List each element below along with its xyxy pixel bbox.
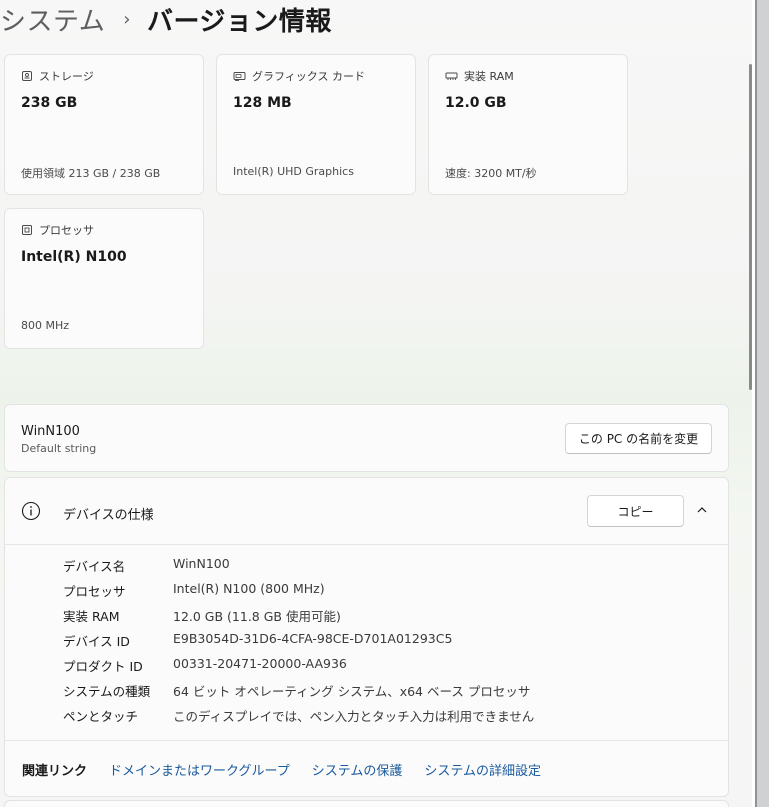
scrollbar-track[interactable] [752, 0, 755, 807]
spec-row-product-id: プロダクト ID 00331-20471-20000-AA936 [63, 656, 347, 676]
graphics-card-value: 128 MB [233, 95, 292, 111]
spec-row-device-id: デバイス ID E9B3054D-31D6-4CFA-98CE-D701A012… [63, 631, 452, 651]
spec-value: E9B3054D-31D6-4CFA-98CE-D701A01293C5 [173, 631, 453, 646]
graphics-card: グラフィックス カード 128 MB Intel(R) UHD Graphics [216, 54, 416, 195]
advanced-system-settings-link[interactable]: システムの詳細設定 [424, 760, 541, 779]
device-specs-title: デバイスの仕様 [63, 508, 154, 523]
breadcrumb-parent[interactable]: システム [0, 1, 105, 38]
breadcrumb: システム › バージョン情報 [0, 0, 750, 38]
memory-card: 実装 RAM 12.0 GB 速度: 3200 MT/秒 [428, 54, 628, 195]
storage-card-sub: 使用領域 213 GB / 238 GB [21, 167, 161, 180]
processor-icon [22, 225, 32, 235]
spec-key: ペンとタッチ [63, 709, 139, 724]
breadcrumb-chevron-icon: › [123, 8, 131, 30]
spec-value: 12.0 GB (11.8 GB 使用可能) [173, 609, 341, 624]
processor-card: プロセッサ Intel(R) N100 800 MHz [4, 208, 204, 349]
device-specs-panel: デバイスの仕様 コピー デバイス名 WinN100 プロセッサ Intel(R)… [4, 477, 729, 797]
spec-row-system-type: システムの種類 64 ビット オペレーティング システム、x64 ベース プロセ… [63, 681, 530, 701]
spec-key: 実装 RAM [63, 609, 120, 624]
spec-key: プロダクト ID [63, 659, 143, 674]
spec-value: Intel(R) N100 (800 MHz) [173, 581, 325, 596]
memory-icon [445, 72, 458, 80]
processor-card-value: Intel(R) N100 [21, 249, 127, 265]
system-protection-link[interactable]: システムの保護 [312, 760, 403, 779]
copy-button[interactable]: コピー [587, 495, 684, 527]
spec-row-ram: 実装 RAM 12.0 GB (11.8 GB 使用可能) [63, 606, 341, 626]
storage-card-value: 238 GB [21, 95, 78, 111]
spec-row-device-name: デバイス名 WinN100 [63, 556, 230, 576]
device-specs-header[interactable]: デバイスの仕様 コピー [5, 478, 728, 545]
processor-card-sub: 800 MHz [21, 319, 70, 332]
spec-key: システムの種類 [63, 684, 151, 699]
spec-row-processor: プロセッサ Intel(R) N100 (800 MHz) [63, 581, 325, 601]
processor-card-label: プロセッサ [39, 224, 94, 237]
spec-row-pen-touch: ペンとタッチ このディスプレイでは、ペン入力とタッチ入力は利用できません [63, 706, 534, 726]
device-name-panel: WinN100 Default string この PC の名前を変更 [4, 404, 729, 472]
memory-card-label: 実装 RAM [464, 70, 514, 83]
window-edge-border [755, 0, 757, 807]
info-icon [21, 501, 41, 521]
window-edge [755, 0, 769, 807]
graphics-card-label: グラフィックス カード [252, 70, 365, 83]
graphics-card-icon [233, 72, 246, 81]
graphics-card-sub: Intel(R) UHD Graphics [233, 165, 354, 178]
storage-icon [22, 71, 32, 81]
spec-value: WinN100 [173, 556, 230, 571]
scrollbar-thumb[interactable] [749, 64, 752, 390]
related-links-bar: 関連リンク ドメインまたはワークグループ システムの保護 システムの詳細設定 [5, 740, 728, 798]
spec-value: 00331-20471-20000-AA936 [173, 656, 347, 671]
spec-key: プロセッサ [63, 584, 126, 599]
domain-workgroup-link[interactable]: ドメインまたはワークグループ [109, 760, 290, 779]
storage-card: ストレージ 238 GB 使用領域 213 GB / 238 GB [4, 54, 204, 195]
device-subtitle: Default string [21, 442, 97, 455]
related-links-label: 関連リンク [22, 764, 88, 779]
spec-value: 64 ビット オペレーティング システム、x64 ベース プロセッサ [173, 684, 531, 699]
memory-card-sub: 速度: 3200 MT/秒 [445, 167, 537, 180]
page-title: バージョン情報 [146, 6, 332, 37]
rename-pc-button[interactable]: この PC の名前を変更 [565, 423, 712, 454]
spec-key: デバイス ID [63, 634, 130, 649]
memory-card-value: 12.0 GB [445, 95, 507, 111]
spec-key: デバイス名 [63, 559, 126, 574]
spec-value: このディスプレイでは、ペン入力とタッチ入力は利用できません [173, 709, 535, 724]
storage-card-label: ストレージ [39, 70, 94, 83]
next-panel [4, 800, 729, 807]
device-name: WinN100 [21, 424, 80, 439]
chevron-up-icon[interactable] [696, 504, 708, 516]
